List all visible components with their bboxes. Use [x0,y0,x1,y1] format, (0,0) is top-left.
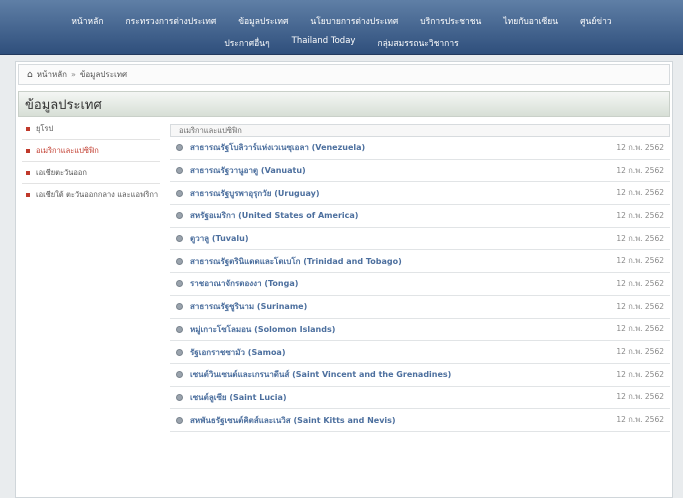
sidebar-item-label: อเมริกาและแปซิฟิก [36,146,99,155]
list-bullet-icon [176,189,183,197]
region-sidebar: ยุโรป อเมริกาและแปซิฟิก เอเชียตะวันออก เ… [22,124,160,211]
list-item[interactable]: สาธารณรัฐโบลิวาร์แห่งเวเนซุเอลา (Venezue… [170,137,670,160]
list-bullet-icon [176,348,183,356]
list-item-date: 12 ก.พ. 2562 [616,415,664,425]
breadcrumb-separator: » [70,70,76,79]
list-item-date: 12 ก.พ. 2562 [616,324,664,334]
top-navigation: หน้าหลัก กระทรวงการต่างประเทศ ข้อมูลประเ… [0,0,683,55]
home-icon[interactable]: ⌂ [27,70,33,80]
list-item-title[interactable]: ตูวาลู (Tuvalu) [190,232,616,245]
list-item[interactable]: เซนต์ลูเซีย (Saint Lucia) 12 ก.พ. 2562 [170,387,670,410]
list-item-date: 12 ก.พ. 2562 [616,256,664,266]
list-item-date: 12 ก.พ. 2562 [616,392,664,402]
list-item-title[interactable]: สาธารณรัฐวานูอาตู (Vanuatu) [190,164,616,177]
sidebar-item-south-asia-middle-east-africa[interactable]: เอเชียใต้ ตะวันออกกลาง และแอฟริกา [22,190,160,200]
sidebar-item-americas-pacific[interactable]: อเมริกาและแปซิฟิก [22,146,160,156]
list-bullet-icon [176,416,183,424]
list-bullet-icon [176,303,183,311]
list-bullet-icon [176,235,183,243]
list-item-title[interactable]: สาธารณรัฐโบลิวาร์แห่งเวเนซุเอลา (Venezue… [190,141,616,154]
breadcrumb-current: ข้อมูลประเทศ [79,70,128,79]
list-header: อเมริกาและแปซิฟิก [170,124,670,137]
nav-item-foreign-policy[interactable]: นโยบายการต่างประเทศ [299,14,409,28]
divider [22,161,160,162]
sidebar-item-label: เอเชียตะวันออก [36,168,87,177]
list-bullet-icon [176,325,183,333]
page-title: ข้อมูลประเทศ [25,97,102,113]
nav-item-announcements[interactable]: ประกาศอื่นๆ [213,36,280,50]
bullet-icon [26,171,30,175]
nav-item-home[interactable]: หน้าหลัก [60,14,114,28]
list-item-date: 12 ก.พ. 2562 [616,301,664,311]
list-item[interactable]: รัฐเอกราชซามัว (Samoa) 12 ก.พ. 2562 [170,341,670,364]
nav-item-academic-group[interactable]: กลุ่มสมรรถนะวิชาการ [366,36,469,50]
list-item-date: 12 ก.พ. 2562 [616,210,664,220]
list-item[interactable]: ราชอาณาจักรตองงา (Tonga) 12 ก.พ. 2562 [170,273,670,296]
list-bullet-icon [176,371,183,379]
breadcrumb: ⌂ หน้าหลัก » ข้อมูลประเทศ [18,64,670,85]
list-bullet-icon [176,212,183,220]
list-bullet-icon [176,280,183,288]
list-bullet-icon [176,257,183,265]
list-item[interactable]: สาธารณรัฐวานูอาตู (Vanuatu) 12 ก.พ. 2562 [170,160,670,183]
list-bullet-icon [176,144,183,152]
list-item-title[interactable]: สหพันธรัฐเซนต์คิตส์และเนวิส (Saint Kitts… [190,414,616,427]
list-item-date: 12 ก.พ. 2562 [616,165,664,175]
nav-item-country-info[interactable]: ข้อมูลประเทศ [227,14,299,28]
list-item[interactable]: สาธารณรัฐซูรินาม (Suriname) 12 ก.พ. 2562 [170,296,670,319]
sidebar-item-label: ยุโรป [36,124,54,133]
list-item-title[interactable]: สาธารณรัฐตรินิแดดและโตเบโก (Trinidad and… [190,255,616,268]
list-item-title[interactable]: หมู่เกาะโซโลมอน (Solomon Islands) [190,323,616,336]
list-item[interactable]: สหรัฐอเมริกา (United States of America) … [170,205,670,228]
sidebar-item-east-asia[interactable]: เอเชียตะวันออก [22,168,160,178]
list-item[interactable]: สหพันธรัฐเซนต์คิตส์และเนวิส (Saint Kitts… [170,409,670,432]
list-item-date: 12 ก.พ. 2562 [616,142,664,152]
list-item-title[interactable]: เซนต์ลูเซีย (Saint Lucia) [190,391,616,404]
divider [22,183,160,184]
list-item-title[interactable]: ราชอาณาจักรตองงา (Tonga) [190,277,616,290]
list-item-title[interactable]: รัฐเอกราชซามัว (Samoa) [190,346,616,359]
nav-item-thailand-today[interactable]: Thailand Today [281,36,367,50]
list-item-date: 12 ก.พ. 2562 [616,369,664,379]
country-list-panel: อเมริกาและแปซิฟิก สาธารณรัฐโบลิวาร์แห่งเ… [170,124,670,432]
bullet-icon [26,193,30,197]
list-item-date: 12 ก.พ. 2562 [616,233,664,243]
nav-row-primary: หน้าหลัก กระทรวงการต่างประเทศ ข้อมูลประเ… [0,14,683,28]
breadcrumb-home[interactable]: หน้าหลัก [37,68,67,81]
nav-item-asean[interactable]: ไทยกับอาเซียน [492,14,569,28]
nav-row-secondary: ประกาศอื่นๆ Thailand Today กลุ่มสมรรถนะว… [0,36,683,50]
nav-item-ministry[interactable]: กระทรวงการต่างประเทศ [114,14,227,28]
bullet-icon [26,127,30,131]
list-item-title[interactable]: สาธารณรัฐบูรพาอุรุกวัย (Uruguay) [190,187,616,200]
list-item-title[interactable]: สหรัฐอเมริกา (United States of America) [190,209,616,222]
main-content: ⌂ หน้าหลัก » ข้อมูลประเทศ ข้อมูลประเทศ ย… [15,61,673,498]
list-item[interactable]: สาธารณรัฐตรินิแดดและโตเบโก (Trinidad and… [170,250,670,274]
list-item-date: 12 ก.พ. 2562 [616,347,664,357]
bullet-icon [26,149,30,153]
list-item[interactable]: หมู่เกาะโซโลมอน (Solomon Islands) 12 ก.พ… [170,319,670,342]
list-item-date: 12 ก.พ. 2562 [616,188,664,198]
page-header: ข้อมูลประเทศ [18,91,670,117]
nav-item-public-services[interactable]: บริการประชาชน [409,14,492,28]
list-item-title[interactable]: สาธารณรัฐซูรินาม (Suriname) [190,300,616,313]
list-item[interactable]: เซนต์วินเซนต์และเกรนาดีนส์ (Saint Vincen… [170,364,670,387]
sidebar-item-label: เอเชียใต้ ตะวันออกกลาง และแอฟริกา [36,190,159,199]
list-item-title[interactable]: เซนต์วินเซนต์และเกรนาดีนส์ (Saint Vincen… [190,368,616,381]
list-item[interactable]: สาธารณรัฐบูรพาอุรุกวัย (Uruguay) 12 ก.พ.… [170,182,670,206]
nav-item-news-center[interactable]: ศูนย์ข่าว [569,14,623,28]
list-bullet-icon [176,393,183,401]
divider [22,139,160,140]
list-bullet-icon [176,167,183,175]
list-item[interactable]: ตูวาลู (Tuvalu) 12 ก.พ. 2562 [170,228,670,251]
sidebar-item-europe[interactable]: ยุโรป [22,124,160,134]
list-item-date: 12 ก.พ. 2562 [616,278,664,288]
